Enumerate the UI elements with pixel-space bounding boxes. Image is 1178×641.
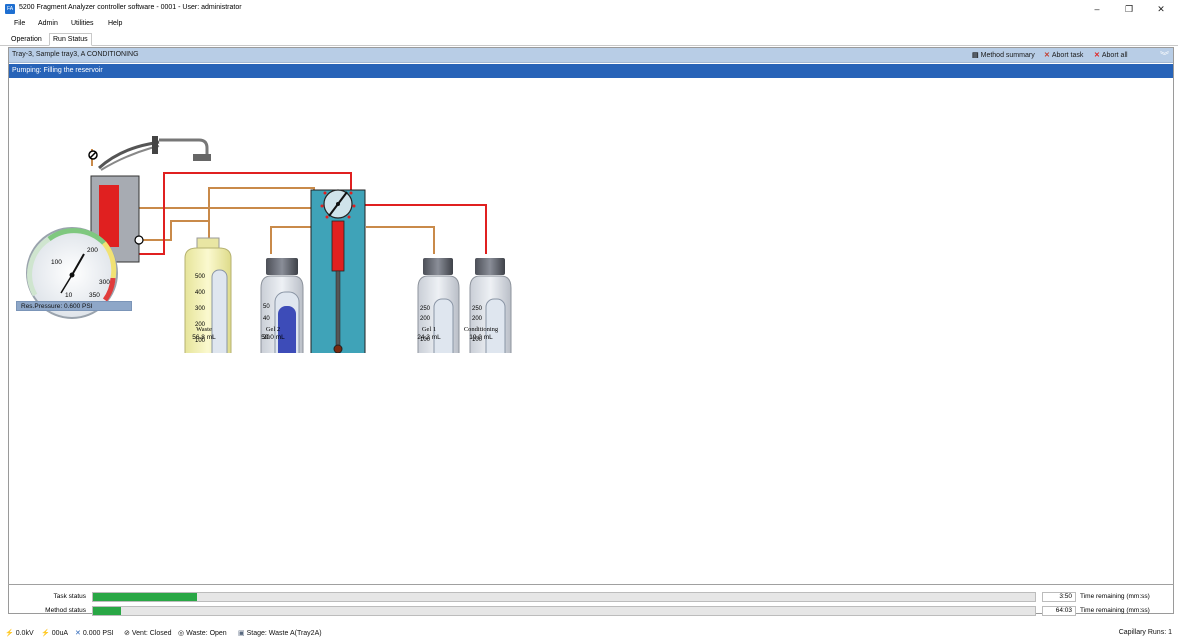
gauge-tick: 100	[51, 259, 62, 266]
vent-value: Vent: Closed	[131, 630, 172, 637]
app-icon: FA	[5, 4, 15, 14]
pressure-value: 0.000 PSI	[82, 630, 114, 637]
status-bar: ⚡ 0.0kV ⚡ 00uA ✕ 0.000 PSI ⊘ Vent: Closed ◎ W…	[0, 627, 1178, 641]
menu-utilities[interactable]: Utilities	[71, 20, 94, 27]
window-title: 5200 Fragment Analyzer controller softwa…	[19, 4, 242, 11]
voltage-status: ⚡ 0.0kV	[5, 629, 34, 637]
waste-tick: 300	[195, 306, 206, 312]
syringe-valve-block	[310, 189, 366, 353]
abort-all-icon: ✕	[1094, 52, 1100, 59]
menu-file[interactable]: File	[14, 20, 25, 27]
run-status-panel: Tray-3, Sample tray3, A CONDITIONING ▤ Me…	[8, 47, 1174, 614]
fluidics-schematic: 100 200 300 350 10 500 400 300 200 100 0	[26, 136, 512, 353]
method-summary-button[interactable]: ▤ Method summary	[972, 51, 1035, 59]
red-tubing	[110, 172, 487, 255]
task-header: Tray-3, Sample tray3, A CONDITIONING ▤ Me…	[9, 48, 1173, 63]
stage-value: Stage: Waste A(Tray2A)	[246, 630, 322, 637]
reservoir-pressure-label: Res.Pressure: 0.600 PSI	[16, 301, 132, 311]
pumping-status-bar: Pumping: Filling the reservoir	[9, 64, 1173, 78]
waste-tick: 400	[195, 290, 206, 296]
check-valve-icon	[134, 235, 144, 245]
abort-task-button[interactable]: ✕ Abort task	[1044, 51, 1083, 59]
stage-icon: ▣	[238, 630, 245, 637]
collapse-chevron-icon[interactable]: ︾	[1160, 49, 1169, 62]
method-time-label: Time remaining (mm:ss)	[1080, 607, 1150, 614]
waste-icon: ◎	[178, 630, 185, 637]
task-progress-bar	[92, 592, 1036, 602]
gel2-tick: 50	[263, 304, 270, 310]
restore-button[interactable]: ❐	[1112, 0, 1146, 19]
method-summary-label: Method summary	[980, 52, 1035, 59]
pumping-status-text: Pumping: Filling the reservoir	[12, 67, 103, 74]
gauge-tick: 350	[89, 292, 100, 299]
menu-help[interactable]: Help	[108, 20, 122, 27]
task-title: Tray-3, Sample tray3, A CONDITIONING	[12, 51, 139, 58]
title-bar: FA 5200 Fragment Analyzer controller sof…	[0, 0, 1178, 19]
current-value: 00uA	[51, 630, 69, 637]
tab-run-status[interactable]: Run Status	[49, 33, 92, 46]
pressure-status: ✕ 0.000 PSI	[75, 629, 114, 637]
waste-name: Waste	[196, 326, 212, 333]
method-progress-fill	[93, 607, 122, 615]
abort-all-button[interactable]: ✕ Abort all	[1094, 51, 1128, 59]
abort-task-label: Abort task	[1051, 52, 1084, 59]
method-status-label: Method status	[45, 607, 86, 614]
gauge-tick: 200	[87, 247, 98, 254]
current-status: ⚡ 00uA	[41, 629, 68, 637]
method-time-remaining: 64:03	[1042, 606, 1076, 616]
gel1-volume: 24.3 mL	[417, 334, 441, 341]
gel2-volume: 50.0 mL	[261, 334, 285, 341]
capillary-runs: Capillary Runs: 1	[1118, 629, 1172, 636]
conditioning-name: Conditioning	[463, 326, 499, 333]
gel1-name: Gel 1	[421, 326, 437, 333]
gel2-name: Gel 2	[265, 326, 281, 333]
tab-strip: Operation Run Status	[0, 32, 1178, 46]
waste-volume: 56.8 mL	[192, 334, 216, 341]
conditioning-tick: 250	[472, 306, 483, 312]
progress-area: Task status 3:50 Time remaining (mm:ss) …	[8, 584, 1174, 616]
abort-task-icon: ✕	[1044, 52, 1050, 59]
reservoir-pump	[88, 136, 211, 263]
gauge-tick: 10	[65, 292, 73, 299]
waste-status: ◎ Waste: Open	[178, 629, 227, 637]
gel1-tick: 200	[420, 316, 431, 322]
method-summary-icon: ▤	[972, 52, 979, 59]
pressure-icon: ✕	[75, 630, 81, 637]
menu-bar: File Admin Utilities Help	[0, 19, 1178, 31]
vent-icon: ⊘	[124, 630, 130, 637]
orange-tubing	[91, 149, 435, 254]
method-progress-bar	[92, 606, 1036, 616]
gel1-tick: 250	[420, 306, 431, 312]
task-status-label: Task status	[53, 593, 86, 600]
abort-all-label: Abort all	[1101, 52, 1128, 59]
gauge-tick: 300	[99, 279, 110, 286]
close-button[interactable]: ✕	[1144, 0, 1178, 19]
tab-operation[interactable]: Operation	[8, 34, 45, 46]
task-progress-fill	[93, 593, 197, 601]
conditioning-tick: 200	[472, 316, 483, 322]
voltage-value: 0.0kV	[15, 630, 34, 637]
task-time-label: Time remaining (mm:ss)	[1080, 593, 1150, 600]
menu-admin[interactable]: Admin	[38, 20, 58, 27]
gel2-tick: 40	[263, 316, 270, 322]
task-time-remaining: 3:50	[1042, 592, 1076, 602]
vent-status: ⊘ Vent: Closed	[124, 629, 172, 637]
voltage-icon: ⚡	[5, 630, 14, 637]
waste-value: Waste: Open	[186, 630, 227, 637]
waste-tick: 500	[195, 274, 206, 280]
stage-status: ▣ Stage: Waste A(Tray2A)	[238, 629, 322, 637]
minimize-button[interactable]: –	[1080, 0, 1114, 19]
current-icon: ⚡	[41, 630, 50, 637]
conditioning-volume: 19.0 mL	[469, 334, 493, 341]
